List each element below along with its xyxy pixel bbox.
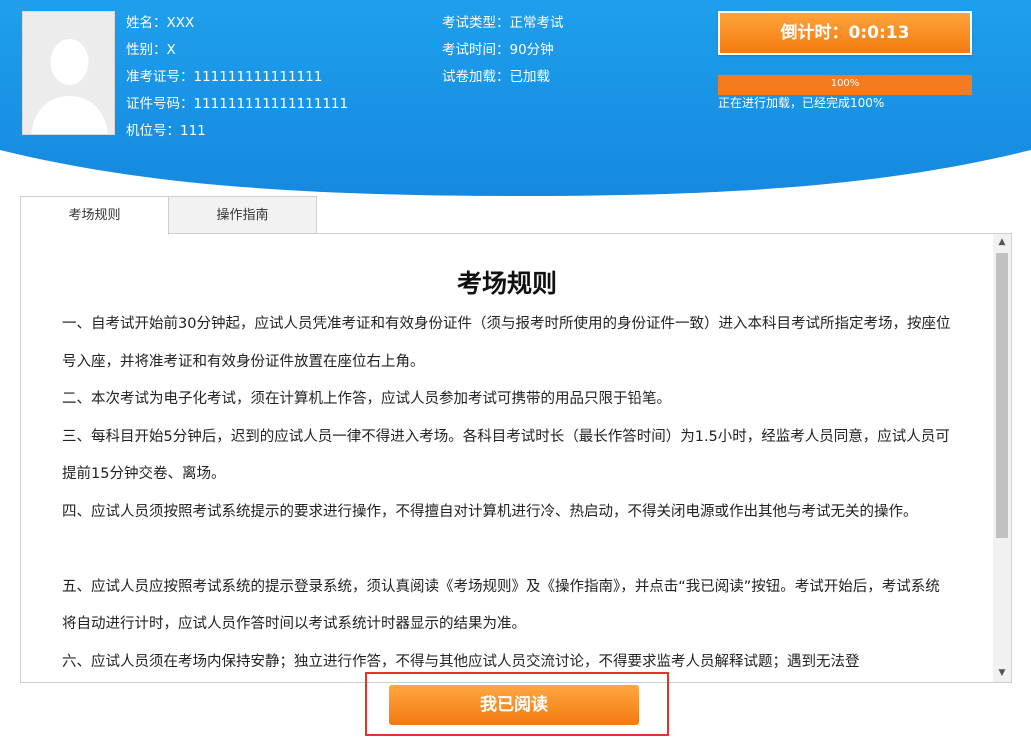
rule-paragraph: 二、本次考试为电子化考试，须在计算机上作答，应试人员参加考试可携带的用品只限于铅… (62, 391, 671, 407)
scroll-up-arrow-icon[interactable]: ▲ (993, 234, 1011, 251)
exam-duration: 考试时间：90分钟 (442, 42, 554, 58)
loading-progress-percent: 100% (830, 78, 860, 89)
document-title: 考场规则 (456, 269, 557, 298)
loading-progress-bar: 100% (718, 75, 972, 95)
person-silhouette-icon (23, 12, 114, 134)
exam-type: 考试类型：正常考试 (442, 15, 564, 31)
candidate-header: 姓名：XXX 性别：X 准考证号：111111111111111 证件号码：11… (0, 0, 1031, 200)
tab-operation-guide[interactable]: 操作指南 (168, 196, 317, 234)
tab-exam-rules[interactable]: 考场规则 (20, 196, 169, 235)
candidate-name: 姓名：XXX (126, 15, 195, 31)
rule-paragraph: 三、每科目开始5分钟后，迟到的应试人员一律不得进入考场。各科目考试时长（最长作答… (62, 428, 950, 483)
loading-status-text: 正在进行加载，已经完成100% (718, 96, 885, 110)
countdown-timer: 倒计时：0:0:13 (718, 11, 972, 55)
rule-paragraph: 五、应试人员应按照考试系统的提示登录系统，须认真阅读《考场规则》及《操作指南》，… (62, 578, 940, 633)
candidate-ticket-number: 准考证号：111111111111111 (126, 69, 323, 85)
rules-panel: 考场规则 一、自考试开始前30分钟起，应试人员凭准考证和有效身份证件（须与报考时… (20, 233, 1012, 683)
rules-document[interactable]: 考场规则 一、自考试开始前30分钟起，应试人员凭准考证和有效身份证件（须与报考时… (21, 234, 993, 682)
exam-login-page: 姓名：XXX 性别：X 准考证号：111111111111111 证件号码：11… (0, 0, 1031, 739)
rule-paragraph: 一、自考试开始前30分钟起，应试人员凭准考证和有效身份证件（须与报考时所使用的身… (62, 316, 951, 370)
scroll-down-arrow-icon[interactable]: ▼ (993, 665, 1011, 682)
scrollbar-thumb[interactable] (996, 253, 1008, 538)
exam-info: 考试类型：正常考试 考试时间：90分钟 试卷加载：已加载 (442, 10, 564, 91)
have-read-button[interactable]: 我已阅读 (389, 685, 639, 725)
rule-paragraph: 四、应试人员须按照考试系统提示的要求进行操作，不得擅自对计算机进行冷、热启动，不… (62, 503, 918, 520)
candidate-id-number: 证件号码：111111111111111111 (126, 96, 349, 112)
vertical-scrollbar[interactable]: ▲ ▼ (993, 234, 1011, 682)
candidate-info: 姓名：XXX 性别：X 准考证号：111111111111111 证件号码：11… (126, 10, 348, 145)
candidate-seat-number: 机位号：111 (126, 123, 206, 139)
paper-load-status: 试卷加载：已加载 (442, 69, 550, 85)
avatar (22, 11, 115, 135)
candidate-gender: 性别：X (126, 42, 176, 58)
